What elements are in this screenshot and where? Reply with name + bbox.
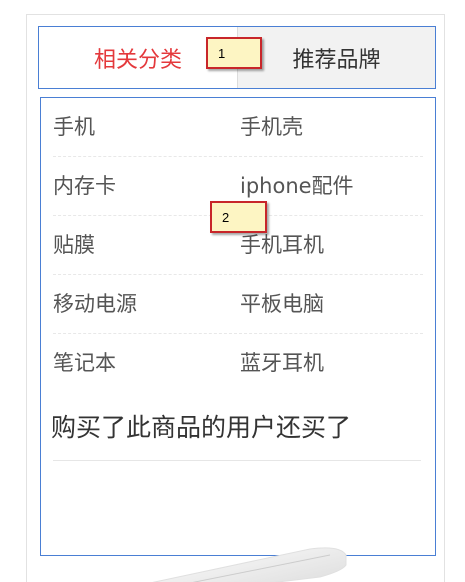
page: 相关分类 推荐品牌 手机 手机壳 内存卡 iphone配件 贴膜 手机耳机 移动… xyxy=(0,0,465,582)
category-list: 手机 手机壳 内存卡 iphone配件 贴膜 手机耳机 移动电源 平板电脑 笔记… xyxy=(53,98,423,393)
category-link[interactable]: 内存卡 xyxy=(53,175,116,197)
category-link[interactable]: iphone配件 xyxy=(240,175,354,197)
tab-recommended-brands[interactable]: 推荐品牌 xyxy=(237,27,435,88)
category-link[interactable]: 手机 xyxy=(53,116,95,138)
annotation-marker-2: 2 xyxy=(210,201,267,233)
category-link[interactable]: 笔记本 xyxy=(53,353,116,374)
category-row: 笔记本 蓝牙耳机 xyxy=(53,334,423,393)
category-link[interactable]: 平板电脑 xyxy=(240,293,324,315)
tab-content-panel: 手机 手机壳 内存卡 iphone配件 贴膜 手机耳机 移动电源 平板电脑 笔记… xyxy=(40,97,436,556)
annotation-marker-1: 1 xyxy=(206,37,262,69)
tab-related-categories-label: 相关分类 xyxy=(93,47,182,73)
annotation-marker-2-label: 2 xyxy=(222,209,230,225)
category-link[interactable]: 蓝牙耳机 xyxy=(240,353,324,374)
product-thumbnail-image[interactable] xyxy=(110,535,350,582)
divider xyxy=(53,460,421,461)
category-link[interactable]: 移动电源 xyxy=(53,293,137,315)
annotation-marker-1-label: 1 xyxy=(218,45,226,61)
also-bought-heading: 购买了此商品的用户还买了 xyxy=(51,413,352,442)
category-row: 移动电源 平板电脑 xyxy=(53,275,423,334)
tab-recommended-brands-label: 推荐品牌 xyxy=(292,47,381,73)
category-link[interactable]: 手机耳机 xyxy=(240,234,324,256)
category-link[interactable]: 手机壳 xyxy=(240,116,303,138)
category-link[interactable]: 贴膜 xyxy=(53,234,95,256)
category-row: 手机 手机壳 xyxy=(53,98,423,157)
